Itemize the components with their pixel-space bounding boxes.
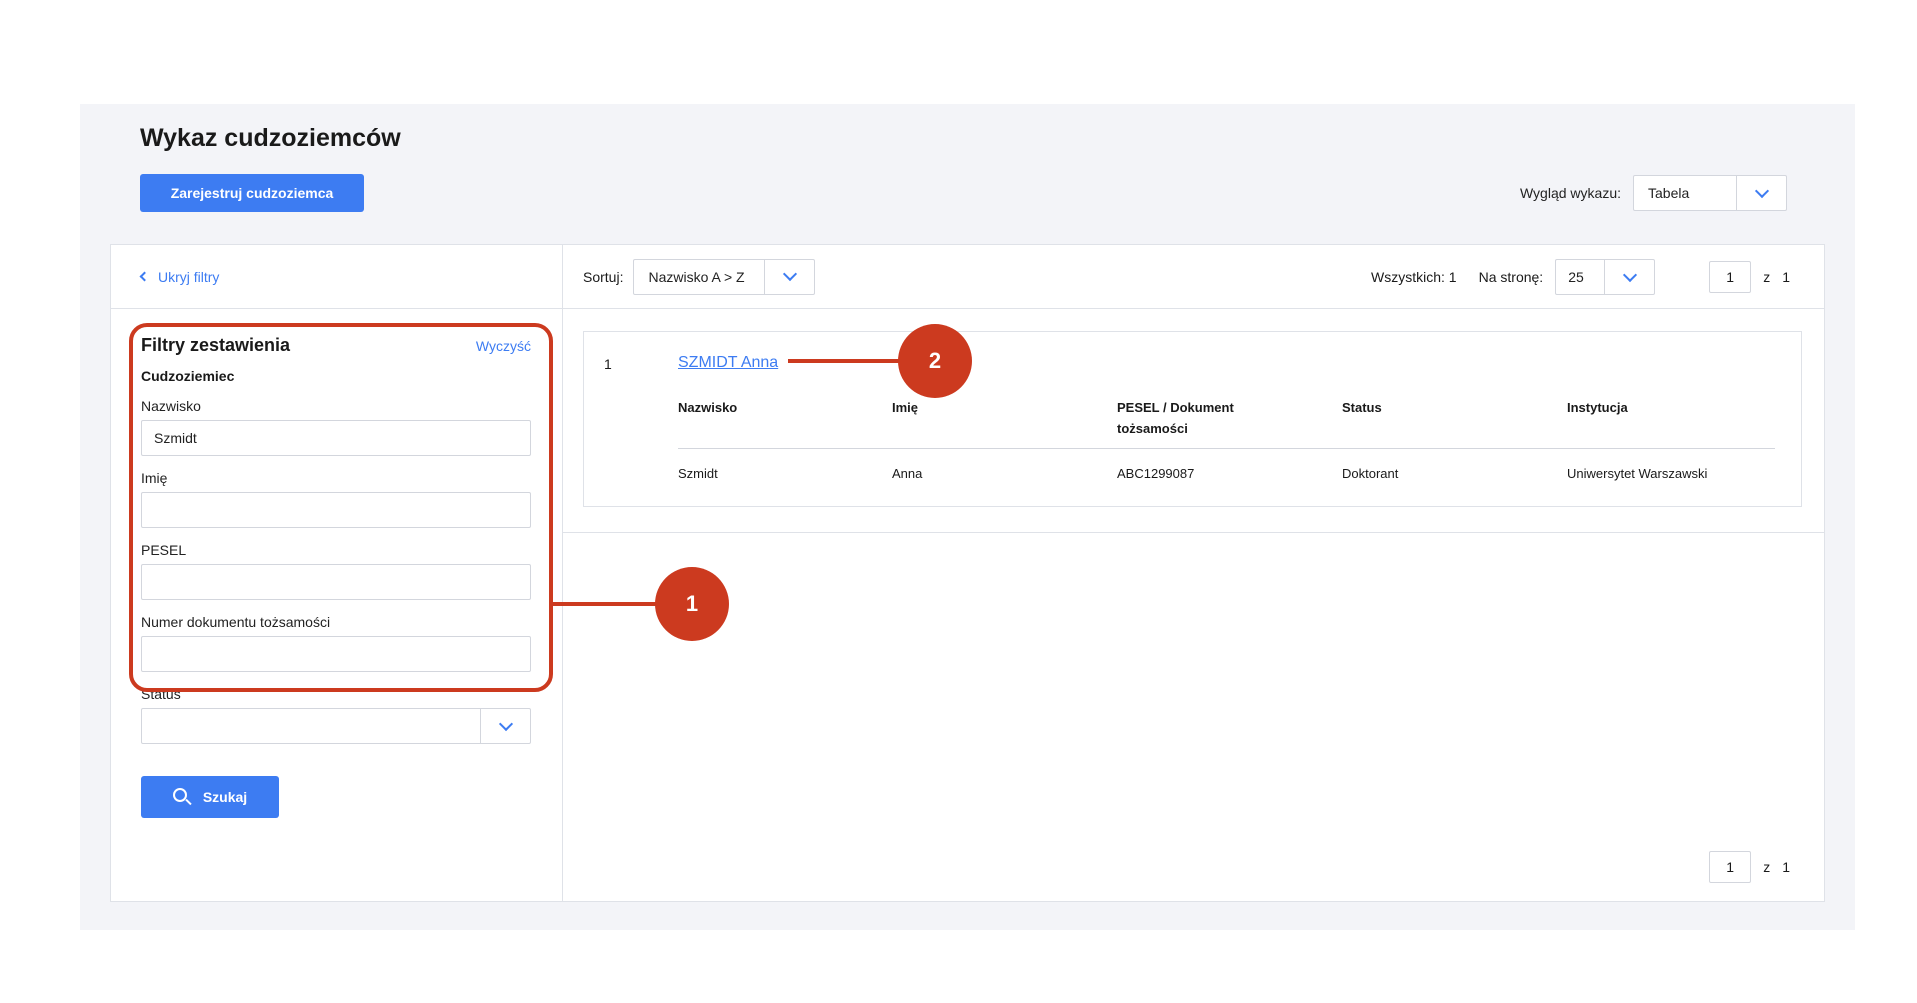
- view-mode-label: Wygląd wykazu:: [1519, 185, 1621, 201]
- view-mode-value: Tabela: [1648, 185, 1690, 201]
- column-header-status: Status: [1342, 400, 1382, 415]
- annotation-marker-1: 1: [655, 567, 729, 641]
- search-button[interactable]: Szukaj: [141, 776, 279, 818]
- search-button-label: Szukaj: [202, 789, 248, 805]
- column-header-pesel-document: PESEL / Dokument tożsamości: [1117, 400, 1234, 436]
- register-foreigner-button[interactable]: Zarejestruj cudzoziemca: [140, 174, 364, 212]
- bottom-page-of-label: z: [1763, 859, 1771, 875]
- results-toolbar: Sortuj: Nazwisko A > Z Wszystkich: 1 Na …: [563, 245, 1824, 309]
- results-area: 1 SZMIDT Anna Nazwisko Imię PESEL / Doku…: [563, 309, 1824, 533]
- column-header-institution: Instytucja: [1567, 400, 1628, 415]
- page-number-input[interactable]: 1: [1709, 261, 1752, 293]
- view-mode-dropdown-toggle[interactable]: [1736, 176, 1786, 210]
- cell-status: Doktorant: [1342, 466, 1399, 481]
- page-of-label: z: [1763, 269, 1771, 285]
- hide-filters-link[interactable]: Ukryj filtry: [139, 268, 220, 285]
- status-value: [142, 709, 480, 743]
- sort-dropdown-toggle[interactable]: [764, 259, 814, 294]
- per-page-label: Na stronę:: [1478, 269, 1544, 285]
- bottom-pagination: 1 z 1: [1709, 851, 1790, 883]
- result-card: 1 SZMIDT Anna Nazwisko Imię PESEL / Doku…: [583, 331, 1802, 507]
- column-header-first-name: Imię: [892, 400, 919, 415]
- status-dropdown-toggle[interactable]: [480, 709, 530, 743]
- result-index: 1: [604, 356, 612, 372]
- pagination-controls: Wszystkich: 1 Na stronę: 25 1 z 1: [1371, 259, 1790, 295]
- view-mode-select[interactable]: Tabela: [1633, 175, 1787, 211]
- total-count: Wszystkich: 1: [1371, 269, 1457, 285]
- sort-label: Sortuj:: [583, 268, 624, 285]
- column-header-surname: Nazwisko: [678, 400, 738, 415]
- chevron-down-icon: [1622, 267, 1637, 282]
- view-mode-control: Wygląd wykazu: Tabela: [1520, 175, 1787, 211]
- annotation-marker-2: 2: [898, 324, 972, 398]
- cell-pesel-document: ABC1299087: [1117, 466, 1195, 481]
- annotation-connector-1: [553, 602, 657, 606]
- chevron-down-icon: [498, 716, 513, 731]
- search-icon: [172, 788, 192, 806]
- per-page-select[interactable]: 25: [1555, 259, 1656, 295]
- bottom-page-number-input[interactable]: 1: [1709, 851, 1752, 883]
- cell-first-name: Anna: [892, 466, 923, 481]
- annotation-connector-2: [788, 359, 904, 363]
- chevron-left-icon: [139, 271, 150, 282]
- filters-header-bar: Ukryj filtry: [111, 245, 562, 309]
- sort-select[interactable]: Nazwisko A > Z: [633, 258, 816, 295]
- sort-value: Nazwisko A > Z: [648, 268, 745, 285]
- status-select[interactable]: [141, 708, 531, 744]
- annotation-highlight-filters: [129, 323, 553, 692]
- hide-filters-label: Ukryj filtry: [158, 268, 220, 285]
- bottom-page-total: 1: [1782, 859, 1790, 875]
- per-page-dropdown-toggle[interactable]: [1604, 260, 1654, 294]
- page-total: 1: [1782, 269, 1790, 285]
- page-title: Wykaz cudzoziemców: [140, 124, 401, 152]
- cell-surname: Szmidt: [678, 466, 718, 481]
- chevron-down-icon: [782, 266, 798, 282]
- per-page-value: 25: [1568, 269, 1584, 285]
- cell-institution: Uniwersytet Warszawski: [1567, 466, 1708, 481]
- result-name-link[interactable]: SZMIDT Anna: [678, 354, 778, 372]
- chevron-down-icon: [1754, 183, 1769, 198]
- table-divider: [678, 448, 1775, 449]
